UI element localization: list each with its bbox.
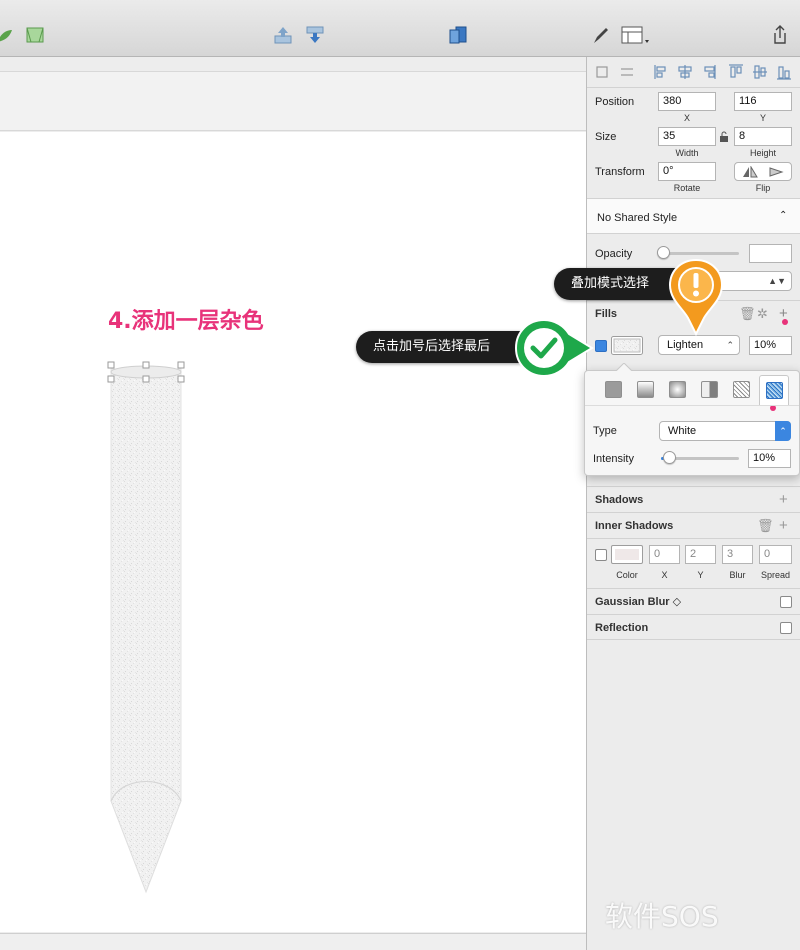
alignment-toolbar[interactable] [593,61,799,83]
rotate-field[interactable]: 0° [658,162,716,181]
angular-gradient-icon[interactable] [701,381,718,398]
flip-buttons[interactable] [734,162,792,181]
mask-icon[interactable] [24,24,46,46]
leaf-icon[interactable] [0,24,16,46]
inner-shadow-spread-label: Spread [760,570,791,580]
reflection-header: Reflection [587,614,800,640]
noise-type-label: Type [593,425,617,437]
view-icon[interactable] [620,24,652,46]
backward-icon[interactable] [304,24,326,46]
gear-icon[interactable]: ✲ [757,301,768,327]
gaussian-blur-header: Gaussian Blur ◇ [587,588,800,614]
watermark: 软件SOS [605,900,719,933]
fill-blend-mode-value: Lighten [667,339,704,351]
flip-label: Flip [755,183,771,193]
fill-opacity-field[interactable]: 10% [749,336,792,355]
canvas-ruler [0,71,586,131]
inner-shadow-color-swatch[interactable] [611,545,643,564]
noise-fill-icon[interactable] [766,382,783,399]
canvas-area[interactable] [0,57,586,950]
add-fill-dot [782,319,788,325]
noise-fill-tab[interactable] [759,375,789,405]
toolbar [0,0,800,57]
forward-icon[interactable] [272,24,294,46]
inner-shadow-color-label: Color [616,570,638,580]
noise-intensity-knob[interactable] [662,451,676,464]
fill-blend-arrow-icon: ⌃ [726,340,734,350]
inner-shadow-x-field[interactable]: 0 [649,545,680,564]
size-label: Size [595,131,617,143]
lock-icon[interactable] [719,131,729,143]
opacity-label: Opacity [595,248,633,260]
fill-enabled-checkbox[interactable] [595,340,607,352]
shared-style-bar[interactable]: No Shared Style ⌃ [587,198,800,234]
warning-pin-icon [668,258,724,336]
noise-intensity-label: Intensity [593,453,634,465]
noise-type-stepper-icon: ⌃ [775,421,791,441]
position-x-label: X [683,113,690,123]
pencil-shape[interactable] [100,355,195,900]
inner-shadows-header: Inner Shadows 🗑 + [587,512,800,538]
pattern-fill-icon[interactable] [733,381,750,398]
reflection-checkbox[interactable] [780,622,792,634]
position-x-field[interactable]: 380 [658,92,716,111]
noise-type-value: White [668,425,697,437]
radial-gradient-icon[interactable] [669,381,686,398]
inner-shadow-spread-field[interactable]: 0 [759,545,792,564]
noise-intensity-field[interactable]: 10% [748,449,791,468]
popover-arrow [615,363,633,372]
pen-icon[interactable] [590,24,612,46]
horizontal-scrollbar[interactable] [0,933,586,950]
inner-shadow-y-label: Y [697,570,704,580]
position-y-label: Y [759,113,766,123]
opacity-field[interactable] [749,244,792,263]
transform-label: Transform [595,166,645,178]
blend-mode-tooltip-text: 叠加模式选择 [571,276,650,291]
inspector-panel: Position 380 116 X Y Size 35 8 Width Hei… [586,57,800,950]
shared-style-arrow-icon: ⌃ [779,210,788,221]
solid-fill-icon[interactable] [605,381,622,398]
trash-icon[interactable]: 🗑 [739,301,756,327]
shadows-header: Shadows + [587,486,800,512]
shadows-title: Shadows [595,494,644,506]
fill-type-popover: Type White ⌃ Intensity 10% [584,363,800,476]
noise-type-select[interactable]: White ⌃ [659,421,791,441]
reflection-title: Reflection [595,622,649,634]
size-width-field[interactable]: 35 [658,127,716,146]
size-height-field[interactable]: 8 [734,127,792,146]
opacity-slider-track[interactable] [663,252,739,255]
size-width-label: Width [675,148,699,158]
export-icon[interactable] [769,24,791,46]
flip-vertical-icon[interactable] [768,166,786,178]
gaussian-blur-checkbox[interactable] [780,596,792,608]
blend-arrow-icon: ▲▼ [768,276,786,286]
inner-shadow-y-field[interactable]: 2 [685,545,716,564]
artboard[interactable] [0,132,586,932]
rotate-label: Rotate [673,183,701,193]
inner-shadow-blur-field[interactable]: 3 [722,545,753,564]
position-label: Position [595,96,635,108]
fill-blend-mode-select[interactable]: Lighten ⌃ [658,335,740,355]
inner-shadows-title: Inner Shadows [595,520,674,532]
fill-color-swatch[interactable] [611,336,643,355]
inner-shadow-checkbox[interactable] [595,549,607,561]
canvas-step-title: 4.添加一层杂色 [108,309,264,334]
add-inner-shadow-icon[interactable]: + [779,513,788,539]
check-pin-icon [514,318,594,378]
inner-shadow-blur-label: Blur [729,570,746,580]
position-y-field[interactable]: 116 [734,92,792,111]
flip-horizontal-icon[interactable] [741,166,759,178]
linear-gradient-icon[interactable] [637,381,654,398]
add-shadow-icon[interactable]: + [779,487,788,513]
size-height-label: Height [749,148,776,158]
add-fill-tooltip-text: 点击加号后选择最后 [373,339,491,354]
inner-shadow-x-label: X [661,570,668,580]
shared-style-select[interactable]: No Shared Style [597,212,677,224]
group-icon[interactable] [447,24,469,46]
inner-shadow-trash-icon[interactable]: 🗑 [757,513,774,539]
fills-title: Fills [595,308,618,320]
gaussian-blur-title[interactable]: Gaussian Blur ◇ [595,596,681,608]
